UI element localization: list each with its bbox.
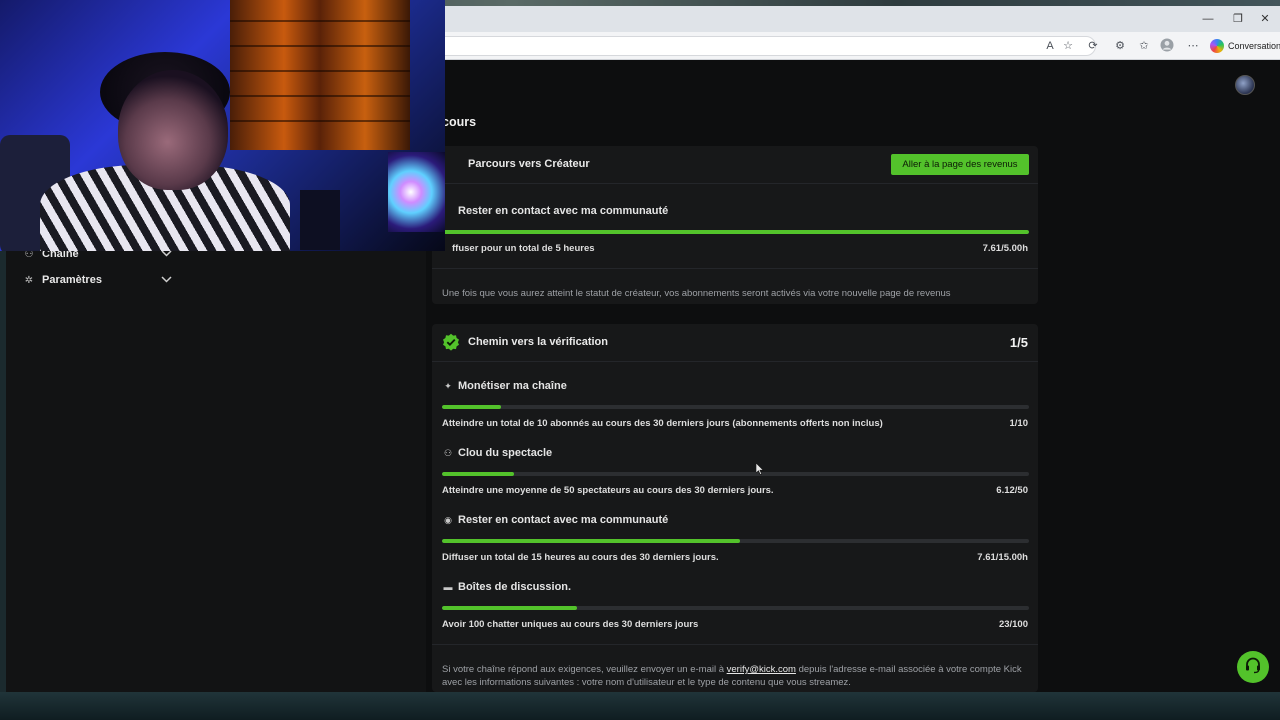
requirement-title: ✦ Monétiser ma chaîne (442, 380, 567, 392)
verification-note: Si votre chaîne répond aux exigences, ve… (442, 663, 1032, 689)
progress-bar (442, 405, 1029, 409)
progress-fill (442, 606, 577, 610)
requirement-title: Rester en contact avec ma communauté (458, 205, 669, 217)
progress-bar (442, 472, 1029, 476)
verification-path-card: Chemin vers la vérification 1/5 ✦ Monéti… (432, 324, 1038, 692)
copilot-conversation-button[interactable]: Conversation (1206, 36, 1280, 56)
progress-fill (442, 405, 501, 409)
viewers-icon: ⚇ (443, 447, 453, 458)
requirement-description: ffuser pour un total de 5 heures (452, 243, 595, 254)
requirement-title: ◉ Rester en contact avec ma communauté (442, 514, 668, 526)
requirement-title-label: Rester en contact avec ma communauté (458, 514, 669, 526)
requirement-title: ▬ Boîtes de discussion. (442, 581, 572, 593)
creator-path-card: Parcours vers Créateur Aller à la page d… (432, 146, 1038, 304)
headset-icon (1244, 656, 1262, 679)
copilot-icon (1210, 39, 1224, 53)
card-header: Parcours vers Créateur Aller à la page d… (432, 146, 1038, 184)
progress-fill (442, 539, 740, 543)
profile-icon[interactable] (1159, 38, 1175, 54)
favorites-list-icon[interactable]: ✩ (1136, 38, 1152, 54)
broadcast-icon: ◉ (444, 514, 452, 525)
conversation-label: Conversation (1228, 41, 1280, 51)
progress-bar (442, 606, 1029, 610)
extensions-puzzle-icon[interactable]: ⚙ (1112, 38, 1128, 54)
requirement-description: Atteindre un total de 10 abonnés au cour… (442, 418, 883, 429)
support-chat-button[interactable] (1237, 651, 1269, 683)
creator-note: Une fois que vous aurez atteint le statu… (442, 288, 951, 299)
card-header: Chemin vers la vérification 1/5 (432, 324, 1038, 362)
note-text: Si votre chaîne répond aux exigences, ve… (442, 664, 727, 675)
step-count: 1/5 (1009, 335, 1028, 350)
progress-fill (442, 472, 514, 476)
revenue-page-button[interactable]: Aller à la page des revenus (891, 154, 1029, 175)
mouse-cursor (755, 462, 764, 475)
restore-button[interactable]: ❐ (1223, 10, 1253, 28)
requirement-title-label: Clou du spectacle (458, 447, 553, 459)
webcam-desk-object (300, 190, 340, 250)
gear-icon: ✲ (24, 274, 34, 286)
requirement-description: Diffuser un total de 15 heures au cours … (442, 552, 719, 563)
webcam-overlay (0, 0, 445, 251)
requirement-value: 7.61/5.00h (982, 243, 1028, 254)
chevron-down-icon (161, 275, 172, 286)
requirement-description: Atteindre une moyenne de 50 spectateurs … (442, 485, 774, 496)
requirement-value: 7.61/15.00h (977, 552, 1028, 563)
more-menu-icon[interactable]: ⋯ (1185, 38, 1201, 54)
requirement-title-label: Monétiser ma chaîne (458, 380, 567, 392)
divider (432, 644, 1038, 645)
requirement-title-label: Boîtes de discussion. (458, 581, 572, 593)
chat-icon: ▬ (443, 582, 453, 592)
card-title: Parcours vers Créateur (468, 158, 590, 170)
webcam-window-blinds (230, 0, 410, 150)
requirement-title: ⚇ Clou du spectacle (442, 447, 552, 459)
card-title: Chemin vers la vérification (468, 336, 608, 348)
webcam-person-face (118, 70, 228, 190)
minimize-button[interactable]: — (1193, 10, 1223, 28)
desktop-background-bottom (0, 692, 1280, 720)
sparkle-icon: ✦ (444, 380, 452, 391)
progress-bar (442, 539, 1029, 543)
progress-fill (442, 230, 1029, 234)
user-avatar[interactable] (1235, 75, 1255, 95)
verified-badge-icon (442, 333, 460, 351)
requirement-value: 1/10 (1009, 418, 1029, 429)
sidebar-item-label: Paramètres (42, 274, 102, 286)
requirement-description: Avoir 100 chatter uniques au cours des 3… (442, 619, 699, 630)
extension-icon[interactable]: ⟳ (1085, 38, 1101, 54)
page-title: cours (442, 115, 477, 129)
read-aloud-icon[interactable]: A (1042, 38, 1058, 54)
webcam-monitor-glow (388, 152, 445, 232)
requirement-value: 6.12/50 (996, 485, 1028, 496)
requirement-value: 23/100 (998, 619, 1028, 630)
close-window-button[interactable]: ✕ (1250, 10, 1280, 28)
verify-email-link[interactable]: verify@kick.com (727, 664, 796, 675)
progress-bar (442, 230, 1029, 234)
sidebar-item-parametres[interactable]: ✲ Paramètres (22, 269, 172, 291)
divider (432, 268, 1038, 269)
favorite-star-icon[interactable]: ☆ (1060, 38, 1076, 54)
